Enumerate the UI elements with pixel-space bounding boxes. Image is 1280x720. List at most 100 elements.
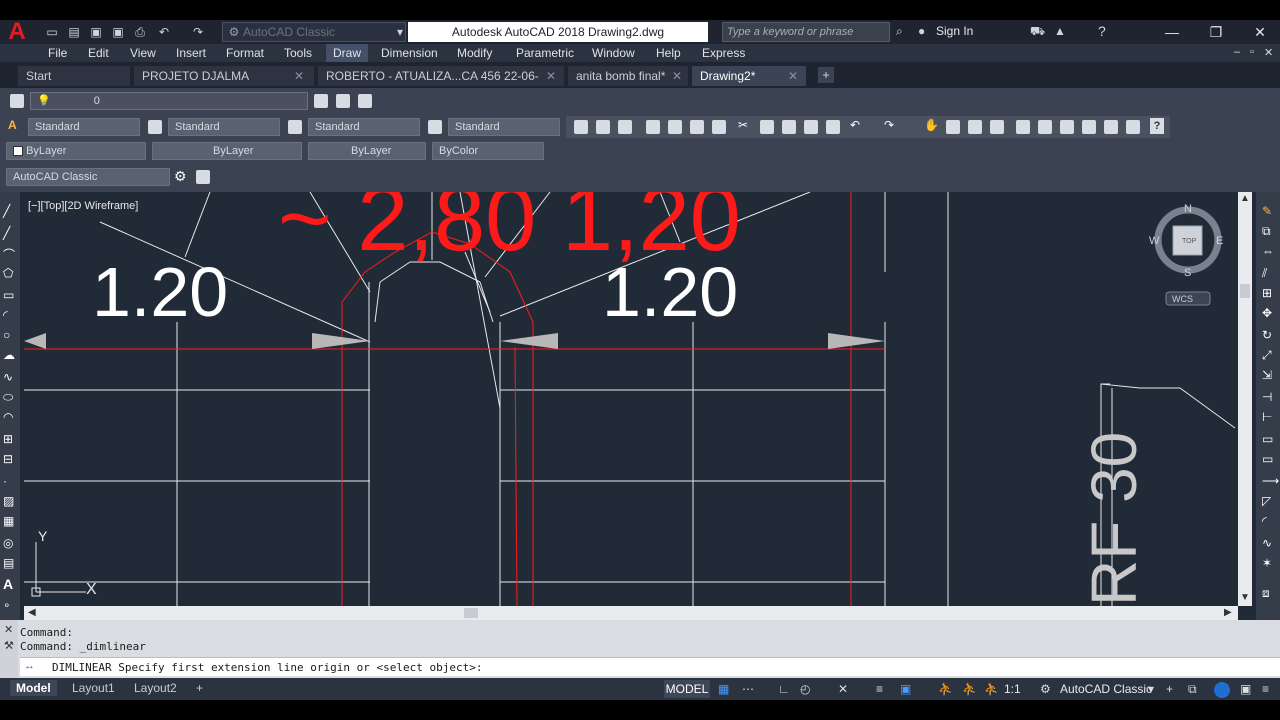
- scroll-right-icon[interactable]: ▶: [1224, 607, 1232, 618]
- move-icon[interactable]: ✥: [1262, 306, 1272, 320]
- calculator-icon[interactable]: [1126, 120, 1140, 134]
- ortho-icon[interactable]: ∟: [778, 682, 790, 696]
- menu-express[interactable]: Express: [702, 44, 745, 62]
- make-block-icon[interactable]: ⊟: [3, 452, 13, 466]
- trim-icon[interactable]: ⊣: [1262, 390, 1272, 404]
- 3d-print-icon[interactable]: [712, 120, 726, 134]
- arc-icon[interactable]: ◜: [3, 308, 8, 322]
- dim-style-icon[interactable]: [148, 120, 162, 134]
- zoom-previous-icon[interactable]: [990, 120, 1004, 134]
- tab-start[interactable]: Start: [18, 66, 130, 86]
- menu-draw[interactable]: Draw: [333, 44, 361, 62]
- blend-icon[interactable]: ∿: [1262, 536, 1272, 550]
- text-style-combo[interactable]: Standard: [28, 118, 140, 136]
- construction-line-icon[interactable]: ╱: [3, 226, 10, 240]
- join-icon[interactable]: ⟶: [1262, 474, 1279, 488]
- revcloud-icon[interactable]: ☁: [3, 348, 15, 362]
- close-button[interactable]: ✕: [1238, 20, 1280, 44]
- table-style-icon[interactable]: [288, 120, 302, 134]
- grid-icon[interactable]: ▦: [718, 682, 729, 696]
- close-command-icon[interactable]: ✕: [4, 623, 13, 636]
- horizontal-scroll-thumb[interactable]: [464, 608, 478, 618]
- viewport-controls-label[interactable]: [−][Top][2D Wireframe]: [28, 200, 138, 212]
- close-tab-icon[interactable]: ✕: [788, 69, 798, 83]
- add-layout-icon[interactable]: +: [190, 680, 209, 696]
- offset-icon[interactable]: ⫽: [1262, 266, 1267, 281]
- polygon-icon[interactable]: ⬠: [3, 266, 13, 280]
- hardware-acceleration-icon[interactable]: [1214, 682, 1230, 698]
- cut-icon[interactable]: ✂: [738, 118, 748, 132]
- zoom-realtime-icon[interactable]: [946, 120, 960, 134]
- open-icon[interactable]: [596, 120, 610, 134]
- multileader-style-combo[interactable]: Standard: [448, 118, 560, 136]
- stretch-icon[interactable]: ⇲: [1262, 368, 1272, 382]
- dim-style-combo[interactable]: Standard: [168, 118, 280, 136]
- model-space-button[interactable]: MODEL: [664, 680, 710, 698]
- sheet-set-icon[interactable]: [1082, 120, 1096, 134]
- workspace-status[interactable]: AutoCAD Classic: [1060, 682, 1152, 696]
- menu-dimension[interactable]: Dimension: [381, 44, 438, 62]
- undo-icon[interactable]: ↶: [156, 24, 172, 40]
- save-icon[interactable]: [618, 120, 632, 134]
- help-icon[interactable]: ?: [1150, 118, 1164, 134]
- save-icon[interactable]: ▣: [88, 24, 104, 40]
- menu-format[interactable]: Format: [226, 44, 264, 62]
- selection-cycling-icon[interactable]: ▣: [900, 682, 911, 696]
- point-icon[interactable]: ·: [3, 474, 7, 488]
- new-tab-button[interactable]: +: [818, 67, 834, 83]
- linetype-combo[interactable]: ByLayer: [152, 142, 302, 160]
- scale-readout[interactable]: 1:1: [1004, 682, 1021, 696]
- undo-icon[interactable]: ↶: [850, 118, 860, 132]
- chamfer-icon[interactable]: ◸: [1262, 494, 1271, 508]
- workspace-select[interactable]: AutoCAD Classic: [222, 22, 406, 42]
- customization-icon[interactable]: ≡: [1262, 682, 1269, 696]
- scroll-up-icon[interactable]: ▲: [1240, 193, 1250, 204]
- chevron-down-icon[interactable]: ▾: [1148, 682, 1154, 696]
- copy-icon[interactable]: [760, 120, 774, 134]
- line-tool-icon[interactable]: ╱: [3, 204, 10, 218]
- close-tab-icon[interactable]: ✕: [546, 69, 556, 83]
- qnew-icon[interactable]: [574, 120, 588, 134]
- table-icon[interactable]: ▤: [3, 556, 14, 570]
- clean-screen-icon[interactable]: [196, 170, 210, 184]
- mtext-icon[interactable]: A: [3, 576, 13, 592]
- layer-combo[interactable]: 💡 0: [30, 92, 308, 110]
- lineweight-icon[interactable]: ≡: [876, 682, 883, 696]
- menu-view[interactable]: View: [130, 44, 156, 62]
- zoom-window-icon[interactable]: [968, 120, 982, 134]
- snap-icon[interactable]: ⋯: [742, 682, 754, 696]
- chevron-down-icon[interactable]: ▾: [392, 24, 408, 40]
- plot-preview-icon[interactable]: [668, 120, 682, 134]
- menu-file[interactable]: File: [48, 44, 67, 62]
- explode-icon[interactable]: ✶: [1262, 556, 1272, 570]
- help-icon[interactable]: ?: [1098, 23, 1106, 39]
- binoculars-icon[interactable]: ⌕: [896, 24, 903, 39]
- menu-parametric[interactable]: Parametric: [516, 44, 574, 62]
- tab-projeto[interactable]: PROJETO DJALMA PINHEIRO*: [134, 66, 314, 103]
- tab-model[interactable]: Model: [10, 680, 57, 696]
- add-selected-icon[interactable]: ∘: [3, 598, 11, 612]
- close-tab-icon[interactable]: ✕: [294, 69, 304, 83]
- doc-close-icon[interactable]: ✕: [1264, 46, 1273, 59]
- scale-icon[interactable]: ⤢: [1262, 348, 1272, 363]
- vertical-scroll-thumb[interactable]: [1240, 284, 1250, 298]
- viewcube[interactable]: TOP N S E W WCS: [1149, 203, 1223, 306]
- workspace-combo[interactable]: AutoCAD Classic: [6, 168, 170, 186]
- cart-icon[interactable]: ⛟: [1030, 24, 1045, 40]
- scroll-left-icon[interactable]: ◀: [28, 607, 36, 618]
- tool-palettes-icon[interactable]: [1060, 120, 1074, 134]
- region-icon[interactable]: ◎: [3, 536, 13, 550]
- clean-screen-icon[interactable]: ▣: [1240, 682, 1251, 696]
- lineweight-combo[interactable]: ByLayer: [308, 142, 426, 160]
- circle-icon[interactable]: ○: [3, 328, 10, 342]
- doc-minimize-icon[interactable]: –: [1234, 46, 1240, 58]
- pan-icon[interactable]: ✋: [924, 118, 939, 132]
- markup-icon[interactable]: [1104, 120, 1118, 134]
- color-combo[interactable]: ByLayer: [6, 142, 146, 160]
- drawing-canvas[interactable]: Y X ~ 2,80 1,20 1.20 1.20 RF 30 [−][Top]…: [20, 192, 1238, 606]
- vertical-scrollbar[interactable]: [1238, 192, 1252, 606]
- table-style-combo[interactable]: Standard: [308, 118, 420, 136]
- print-icon[interactable]: ⎙: [132, 24, 148, 40]
- menu-insert[interactable]: Insert: [176, 44, 206, 62]
- rectangle-icon[interactable]: ▭: [3, 288, 14, 302]
